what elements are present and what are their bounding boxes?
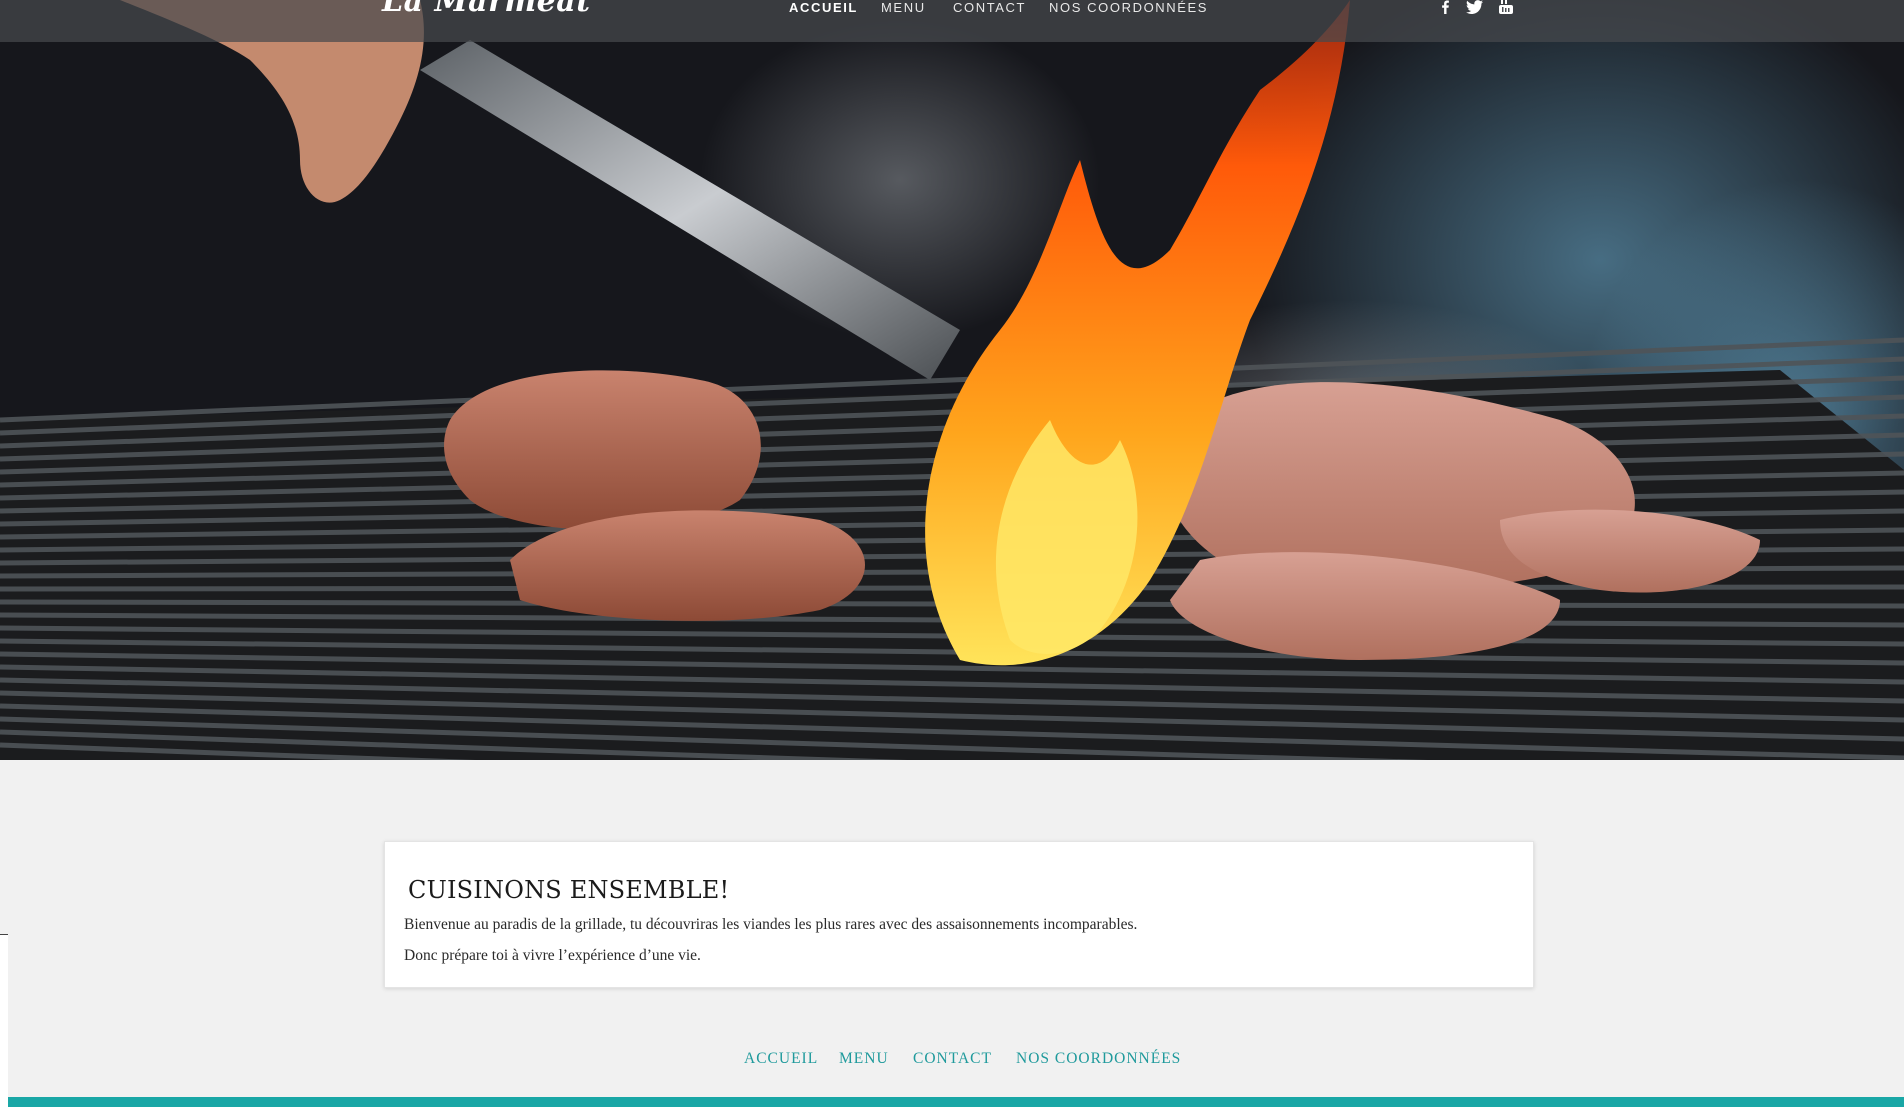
- nav-item-accueil[interactable]: ACCUEIL: [789, 0, 858, 15]
- footer-accent-bar: [8, 1097, 1904, 1107]
- nav-item-menu[interactable]: MENU: [881, 0, 926, 15]
- top-navbar: La Marmeat ACCUEIL MENU CONTACT NOS COOR…: [0, 0, 1904, 42]
- left-edge-strip: [0, 934, 8, 1114]
- footer-link-accueil[interactable]: ACCUEIL: [744, 1050, 818, 1068]
- footer-link-nos-coordonnees[interactable]: NOS COORDONNÉES: [1016, 1050, 1181, 1068]
- grill-photo: [0, 0, 1904, 760]
- footer-link-contact[interactable]: CONTACT: [913, 1050, 992, 1068]
- card-paragraph-welcome: Bienvenue au paradis de la grillade, tu …: [404, 916, 1138, 933]
- brand-logo[interactable]: La Marmeat: [382, 0, 591, 19]
- card-title: CUISINONS ENSEMBLE!: [408, 876, 730, 904]
- facebook-icon[interactable]: [1440, 0, 1458, 14]
- card-paragraph-experience: Donc prépare toi à vivre l’expérience d’…: [404, 947, 701, 964]
- youtube-icon[interactable]: [1499, 0, 1517, 14]
- footer-link-menu[interactable]: MENU: [839, 1050, 889, 1068]
- nav-item-nos-coordonnees[interactable]: NOS COORDONNÉES: [1049, 0, 1208, 15]
- welcome-card: CUISINONS ENSEMBLE! Bienvenue au paradis…: [384, 841, 1534, 988]
- footer-bottom: [8, 1107, 1904, 1114]
- nav-item-contact[interactable]: CONTACT: [953, 0, 1026, 15]
- hero-image: [0, 0, 1904, 760]
- left-edge-line: [0, 934, 8, 935]
- twitter-icon[interactable]: [1466, 0, 1484, 14]
